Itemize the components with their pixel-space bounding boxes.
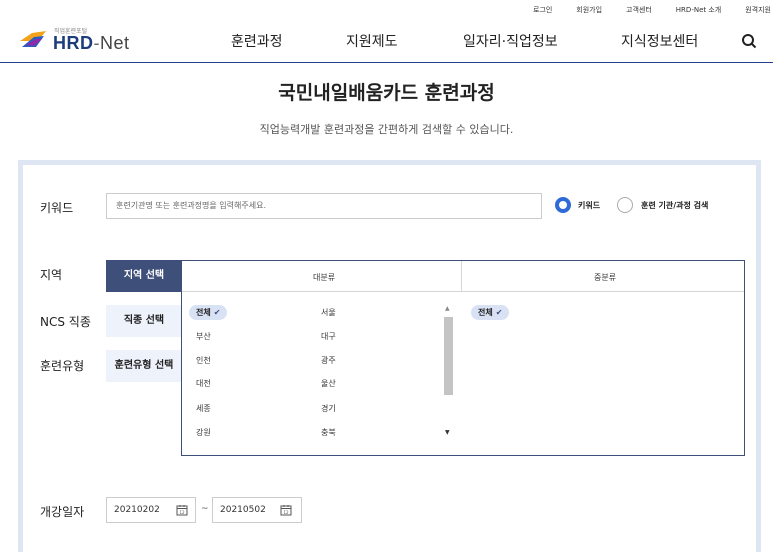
column-divider — [461, 261, 462, 292]
page-description: 직업능력개발 훈련과정을 간편하게 검색할 수 있습니다. — [259, 123, 514, 136]
region-item[interactable]: 인천 — [196, 355, 211, 366]
region-popup: 대분류 중분류 — [181, 260, 745, 456]
utility-links: 로그인 회원가입 고객센터 HRD-Net 소개 원격지원 — [509, 5, 773, 19]
region-item-selected[interactable]: 전체 ✔ — [189, 305, 228, 320]
region-item[interactable]: 울산 — [321, 378, 336, 389]
check-icon: ✔ — [495, 308, 503, 317]
customer-center-link[interactable]: 고객센터 — [626, 5, 652, 19]
svg-text:12: 12 — [283, 510, 289, 515]
region-item[interactable]: 강원 — [196, 427, 211, 438]
region-item[interactable]: 대구 — [321, 331, 336, 342]
region-item[interactable]: 부산 — [196, 331, 211, 342]
radio-institution[interactable] — [617, 197, 633, 213]
date-separator: ~ — [201, 504, 209, 514]
about-link[interactable]: HRD-Net 소개 — [676, 5, 721, 19]
major-category-header: 대분류 — [313, 273, 336, 282]
nav-support-system[interactable]: 지원제도 — [346, 31, 398, 51]
keyword-input[interactable]: 훈련기관명 또는 훈련과정명을 입력해주세요. — [106, 193, 542, 219]
radio-keyword[interactable] — [555, 197, 571, 213]
page-title: 국민내일배움카드 훈련과정 — [278, 82, 495, 104]
start-date-label: 개강일자 — [40, 505, 85, 519]
region-list-scrollbar[interactable]: ▲ ▼ — [443, 306, 453, 438]
scroll-down-icon[interactable]: ▼ — [445, 430, 450, 436]
end-date-value: 20210502 — [220, 505, 266, 515]
subregion-item-selected[interactable]: 전체 ✔ — [471, 305, 510, 320]
check-icon: ✔ — [213, 308, 221, 317]
popup-header: 대분류 중분류 — [182, 261, 744, 292]
training-type-button[interactable]: 훈련유형 선택 — [106, 350, 182, 382]
calendar-icon[interactable]: 12 — [176, 504, 188, 516]
region-item[interactable]: 서울 — [321, 307, 336, 318]
nav-job-info[interactable]: 일자리·직업정보 — [463, 31, 558, 51]
region-label: 지역 — [40, 268, 63, 282]
region-item[interactable]: 충북 — [321, 427, 336, 438]
minor-category-header: 중분류 — [594, 273, 617, 282]
training-type-label: 훈련유형 — [40, 359, 85, 373]
search-icon[interactable] — [741, 33, 757, 49]
ncs-select-button[interactable]: 직종 선택 — [106, 305, 182, 337]
region-item[interactable]: 세종 — [196, 403, 211, 414]
radio-institution-label[interactable]: 훈련 기관/과정 검색 — [641, 200, 708, 211]
start-date-value: 20210202 — [114, 505, 160, 515]
region-select-button[interactable]: 지역 선택 — [106, 260, 182, 292]
header-divider — [0, 62, 773, 63]
signup-link[interactable]: 회원가입 — [576, 5, 602, 19]
nav-knowledge-center[interactable]: 지식정보센터 — [621, 31, 698, 51]
calendar-icon[interactable]: 12 — [280, 504, 292, 516]
region-item[interactable]: 대전 — [196, 378, 211, 389]
keyword-label: 키워드 — [40, 201, 74, 215]
region-item[interactable]: 경기 — [321, 403, 336, 414]
login-link[interactable]: 로그인 — [533, 5, 552, 19]
scroll-thumb[interactable] — [444, 317, 453, 395]
radio-keyword-label[interactable]: 키워드 — [578, 200, 600, 211]
ncs-label: NCS 직종 — [40, 315, 91, 329]
remote-support-link[interactable]: 원격지원 — [745, 5, 771, 19]
scroll-up-icon[interactable]: ▲ — [445, 306, 450, 312]
region-item[interactable]: 광주 — [321, 355, 336, 366]
svg-text:12: 12 — [179, 510, 185, 515]
main-nav: 훈련과정 지원제도 일자리·직업정보 지식정보센터 — [0, 31, 773, 51]
nav-training-courses[interactable]: 훈련과정 — [231, 31, 283, 51]
start-date-input[interactable]: 20210202 12 — [106, 497, 196, 523]
end-date-input[interactable]: 20210502 12 — [212, 497, 302, 523]
